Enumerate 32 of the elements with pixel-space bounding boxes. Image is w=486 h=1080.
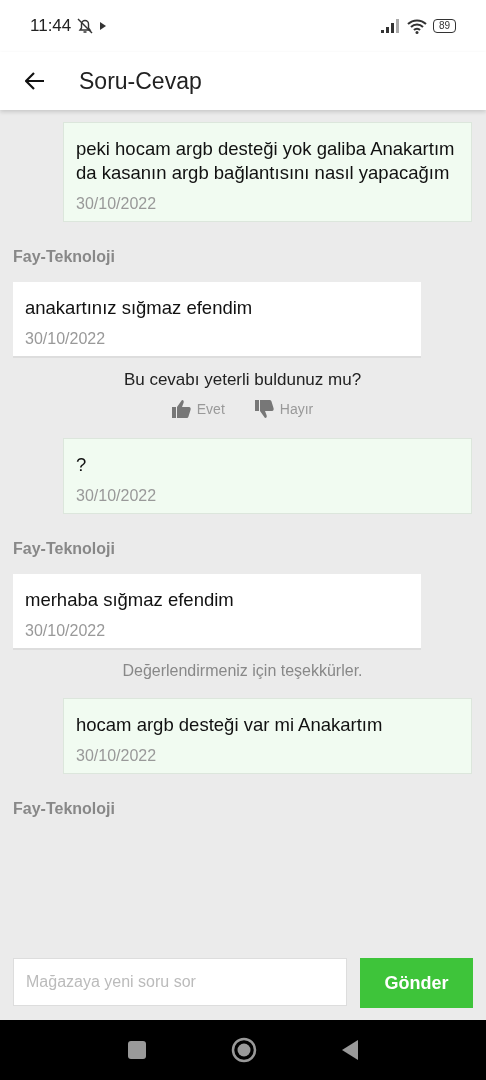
status-time: 11:44 — [30, 16, 72, 36]
message-date: 30/10/2022 — [76, 487, 158, 505]
message-text: merhaba sığmaz efendim — [25, 588, 235, 612]
yes-button[interactable]: Evet — [171, 400, 225, 418]
page-title: Soru-Cevap — [79, 67, 202, 95]
sender-name: Fay-Teknoloji — [13, 540, 116, 558]
sender-name: Fay-Teknoloji — [13, 248, 116, 266]
message-text: anakartınız sığmaz efendim — [25, 296, 254, 320]
sender-name: Fay-Teknoloji — [13, 800, 116, 818]
message-date: 30/10/2022 — [25, 622, 107, 640]
message-text: peki hocam argb desteği yok galiba Anakartım da kasanın argb bağlantısını nasıl yapacağım — [76, 137, 456, 185]
bell-off-icon — [77, 17, 94, 35]
thumbs-up-icon — [171, 400, 191, 418]
thumbs-down-icon — [254, 400, 274, 418]
play-icon — [99, 21, 108, 31]
back-arrow-icon[interactable] — [25, 72, 45, 90]
no-button[interactable]: Hayır — [254, 400, 314, 418]
message-date: 30/10/2022 — [76, 747, 158, 765]
send-button[interactable]: Gönder — [360, 958, 473, 1008]
message-date: 30/10/2022 — [76, 195, 158, 213]
feedback-question: Bu cevabı yeterli buldunuz mu? — [123, 370, 362, 390]
message-date: 30/10/2022 — [25, 330, 107, 348]
thanks-note: Değerlendirmeniz için teşekkürler. — [121, 662, 364, 680]
home-icon[interactable] — [231, 1037, 257, 1063]
question-input-field[interactable]: Mağazaya yeni soru sor — [13, 958, 347, 1006]
message-text: hocam argb desteği var mi Anakartım — [76, 713, 384, 737]
message-text: ? — [76, 453, 88, 477]
wifi-icon — [406, 18, 427, 34]
battery-icon: 89 — [432, 19, 456, 33]
back-icon[interactable] — [341, 1039, 359, 1061]
recents-icon[interactable] — [127, 1040, 147, 1060]
signal-icon — [380, 19, 401, 33]
